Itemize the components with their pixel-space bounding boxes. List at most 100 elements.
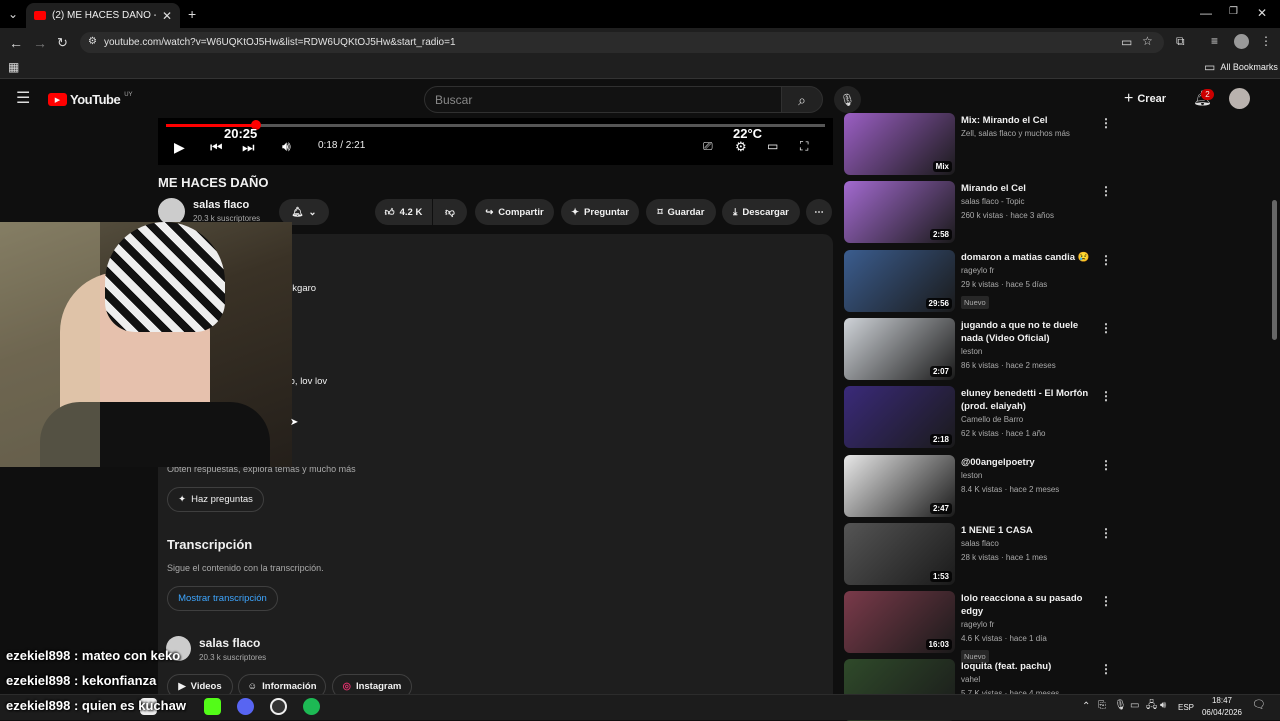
- close-window-icon[interactable]: ✕: [1257, 7, 1267, 19]
- account-avatar[interactable]: [1229, 88, 1250, 109]
- recommendation-info[interactable]: @00angelpoetry leston 8.4 K vistas · hace …: [961, 456, 1101, 497]
- more-vertical-icon[interactable]: ⋮: [1100, 116, 1112, 130]
- recommendation-title[interactable]: lolo reacciona a su pasado edgy: [961, 592, 1101, 618]
- recommendation-info[interactable]: domaron a matias candia 😢 rageylo fr 29 k …: [961, 251, 1101, 310]
- recommendation-thumbnail[interactable]: 2:47: [844, 455, 955, 517]
- share-button[interactable]: ↪ Compartir: [475, 199, 554, 225]
- address-bar[interactable]: youtube.com/watch?v=W6UQKtOJ5Hw&list=RDW…: [80, 32, 1164, 53]
- recommendation-channel[interactable]: salas flaco: [961, 537, 1101, 551]
- browser-tab[interactable]: (2) ME HACES DAÑO - YouTube ✕: [26, 3, 180, 28]
- reload-icon[interactable]: ↻: [57, 36, 68, 49]
- minimize-icon[interactable]: —: [1200, 7, 1212, 19]
- recommendation-channel[interactable]: rageylo fr: [961, 618, 1101, 632]
- site-info-icon[interactable]: ⚙: [88, 37, 97, 47]
- all-bookmarks[interactable]: ▭ All Bookmarks: [1204, 61, 1278, 73]
- recommendation-thumbnail[interactable]: 29:56: [844, 250, 955, 312]
- play-icon[interactable]: ▶: [174, 139, 185, 156]
- recommendation-title[interactable]: @00angelpoetry: [961, 456, 1101, 469]
- download-button[interactable]: ⤓ Descargar: [722, 199, 800, 225]
- more-vertical-icon[interactable]: ⋮: [1100, 526, 1112, 540]
- ask-questions-button[interactable]: ✦ Haz preguntas: [167, 487, 264, 512]
- back-icon[interactable]: ←: [9, 36, 23, 50]
- cast-icon[interactable]: ▭: [1121, 36, 1132, 48]
- network-icon[interactable]: 🖧: [1146, 701, 1157, 711]
- recommendation-thumbnail[interactable]: 1:53: [844, 523, 955, 585]
- recommendation-channel[interactable]: leston: [961, 469, 1101, 483]
- settings-gear-icon[interactable]: ⚙: [735, 139, 747, 155]
- create-button[interactable]: + Crear: [1124, 87, 1186, 111]
- scrollbar-thumb[interactable]: [1272, 200, 1277, 340]
- recommendation-channel[interactable]: Camello de Barro: [961, 413, 1101, 427]
- recommendation-info[interactable]: Mirando el Cel salas flaco - Topic 260 k v…: [961, 182, 1101, 223]
- tray-icon[interactable]: ⎘: [1098, 701, 1106, 711]
- previous-icon[interactable]: ⏮: [210, 139, 223, 156]
- recommendation-channel[interactable]: leston: [961, 345, 1101, 359]
- chrome-menu-icon[interactable]: ⋮: [1260, 35, 1272, 47]
- obs-icon[interactable]: [270, 698, 287, 715]
- apps-grid-icon[interactable]: ▦: [8, 61, 19, 73]
- channel-name[interactable]: salas flaco: [193, 199, 249, 211]
- more-vertical-icon[interactable]: ⋮: [1100, 594, 1112, 608]
- recommendation-info[interactable]: eluney benedetti - El Morfón (prod. elai…: [961, 387, 1101, 441]
- recommendation-channel[interactable]: salas flaco - Topic: [961, 195, 1101, 209]
- clock[interactable]: 18:47: [1202, 696, 1242, 705]
- tray-display-icon[interactable]: ▭: [1130, 701, 1139, 711]
- more-actions-button[interactable]: ⋯: [806, 199, 832, 225]
- speaker-icon[interactable]: 🔊︎: [1160, 701, 1166, 711]
- notification-center-icon[interactable]: 🗨: [1252, 700, 1266, 711]
- more-vertical-icon[interactable]: ⋮: [1100, 253, 1112, 267]
- like-button[interactable]: 👍︎ 4.2 K: [375, 199, 432, 225]
- profile-avatar[interactable]: [1234, 34, 1249, 49]
- recommendation-thumbnail[interactable]: 16:03: [844, 591, 955, 653]
- recommendation-title[interactable]: loquita (feat. pachu): [961, 660, 1101, 673]
- recommendation-channel[interactable]: vahel: [961, 673, 1101, 687]
- search-button[interactable]: ⌕: [781, 86, 823, 113]
- subtitles-icon[interactable]: ⎚: [703, 139, 713, 154]
- progress-bar[interactable]: [166, 124, 825, 127]
- tray-mic-icon[interactable]: 🎙: [1114, 701, 1127, 711]
- recommendation-channel[interactable]: rageylo fr: [961, 264, 1101, 278]
- recommendation-info[interactable]: 1 NENE 1 CASA salas flaco 28 k vistas · ha…: [961, 524, 1101, 565]
- extensions-icon[interactable]: ⧉: [1176, 35, 1185, 47]
- spotify-icon[interactable]: [303, 698, 320, 715]
- recommendation-thumbnail[interactable]: 2:18: [844, 386, 955, 448]
- more-vertical-icon[interactable]: ⋮: [1100, 389, 1112, 403]
- recommendation-thumbnail[interactable]: 2:07: [844, 318, 955, 380]
- save-button[interactable]: ⌑ Guardar: [646, 199, 716, 225]
- forward-icon[interactable]: →: [33, 36, 47, 50]
- ask-button[interactable]: ✦ Preguntar: [561, 199, 639, 225]
- volume-icon[interactable]: 🔊︎: [282, 138, 291, 155]
- recommendation-title[interactable]: 1 NENE 1 CASA: [961, 524, 1101, 537]
- recommendation-info[interactable]: Mix: Mirando el Cel Zell, salas flaco y m…: [961, 114, 1101, 141]
- recommendation-title[interactable]: jugando a que no te duele nada (Video Of…: [961, 319, 1101, 345]
- recommendation-info[interactable]: jugando a que no te duele nada (Video Of…: [961, 319, 1101, 373]
- channel-name-footer[interactable]: salas flaco: [199, 636, 260, 650]
- more-vertical-icon[interactable]: ⋮: [1100, 662, 1112, 676]
- kick-icon[interactable]: [204, 698, 221, 715]
- recommendation-title[interactable]: eluney benedetti - El Morfón (prod. elai…: [961, 387, 1101, 413]
- dislike-button[interactable]: 👎︎: [433, 199, 467, 225]
- tray-chevron-icon[interactable]: ⌃: [1082, 702, 1090, 712]
- restore-icon[interactable]: ❐: [1229, 7, 1238, 17]
- theater-mode-icon[interactable]: ▭: [767, 139, 778, 153]
- bookmark-star-icon[interactable]: ☆: [1142, 35, 1153, 47]
- recommendation-thumbnail[interactable]: Mix: [844, 113, 955, 175]
- fullscreen-icon[interactable]: ⛶: [800, 139, 808, 154]
- hamburger-menu-icon[interactable]: ☰: [16, 91, 30, 107]
- more-vertical-icon[interactable]: ⋮: [1100, 458, 1112, 472]
- recommendation-title[interactable]: domaron a matias candia 😢: [961, 251, 1101, 264]
- channel-avatar[interactable]: [158, 198, 185, 225]
- date[interactable]: 06/04/2026: [1197, 708, 1247, 717]
- recommendation-title[interactable]: Mirando el Cel: [961, 182, 1101, 195]
- media-control-icon[interactable]: ≡: [1211, 35, 1218, 47]
- more-vertical-icon[interactable]: ⋮: [1100, 184, 1112, 198]
- new-tab-icon[interactable]: +: [188, 7, 196, 21]
- search-input[interactable]: Buscar: [424, 86, 782, 113]
- youtube-logo[interactable]: ▶ YouTube UY: [48, 92, 133, 107]
- show-transcript-button[interactable]: Mostrar transcripción: [167, 586, 278, 611]
- voice-search-button[interactable]: 🎙: [834, 86, 861, 113]
- recommendation-title[interactable]: Mix: Mirando el Cel: [961, 114, 1101, 127]
- close-tab-icon[interactable]: ✕: [162, 10, 172, 22]
- recommendation-channel[interactable]: Zell, salas flaco y muchos más: [961, 127, 1101, 141]
- next-icon[interactable]: ⏭: [242, 139, 255, 156]
